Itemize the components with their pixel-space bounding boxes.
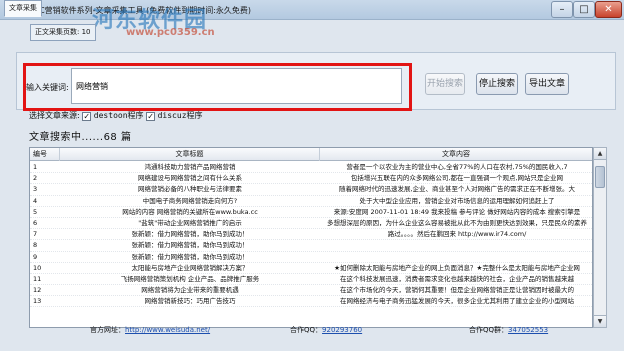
row-title: 网络建设与网络营销之间有什么关系	[138, 174, 242, 183]
qq-group-link[interactable]: 347052553	[508, 326, 548, 334]
row-content: 多想想深层的原因，为什么企业这么容易被批从此不为由则更快达到效果，只是民众的素养	[327, 218, 587, 227]
row-content: 营者是一个以农业为主的营业中心,全省77%的人口在农村,75%的国民收入,7	[346, 163, 568, 171]
row-title: 网络营销必备的八种职业与法律要素	[138, 185, 242, 194]
table-row[interactable]: 7 张新颖：借力网络营销，助你马到成功！ 路过。。。。然后在鹏回来 http://w…	[30, 229, 592, 241]
row-title: 网络营销将为企业带来的重要机遇	[141, 286, 239, 295]
table-header: 编号 文章标题 文章内容	[30, 148, 592, 161]
source-selector: 选择文章来源: ✓ destoon程序 ✓ discuz程序	[29, 110, 203, 124]
row-content	[322, 240, 592, 251]
row-content: 路过。。。。然后在鹏回来 http://www.ir74.com/	[387, 230, 527, 239]
table-scrollbar[interactable]: ▲ ▼	[593, 147, 607, 328]
row-number: 2	[33, 174, 38, 183]
footer-site: 官方网址：http://www.weisuda.net/	[90, 321, 210, 339]
row-content: 处于大中型企业应用，营销企业对市场信息的运用理解如何追赶上了	[359, 196, 555, 205]
row-number: 6	[33, 218, 38, 227]
stop-search-button[interactable]: 停止搜索	[476, 73, 518, 95]
qq-link[interactable]: 920293760	[322, 326, 362, 334]
close-button[interactable]: ✕	[595, 1, 622, 18]
row-number: 11	[33, 274, 42, 283]
watermark-url: www.pc0359.cn	[126, 27, 215, 38]
table-body: 1 鸿通科技助力营销产品网络营销 营者是一个以农业为主的营业中心,全省77%的人口在…	[30, 162, 592, 308]
table-row[interactable]: 5 网站的内容 网络营销的关键所在www.buka.cc 来源:安度网 2007-1…	[30, 207, 592, 218]
row-number: 5	[33, 207, 38, 216]
row-content: ★如何删除太阳能与房地产企业的网上负面消息？★完整什么是太阳能与房地产企业网	[334, 263, 580, 272]
footer: 官方网址：http://www.weisuda.net/ 合作QQ：920293…	[0, 321, 624, 339]
row-content: 随着网络时代的迅速发展,企业、商业甚至个人对网络广告的需求正在不断增张。大	[338, 185, 576, 194]
row-number: 10	[33, 263, 42, 272]
table-row[interactable]: 4 中国电子商务网络营销走向何方? 处于大中型企业应用，营销企业对市场信息的运用理解…	[30, 196, 592, 207]
footer-qq: 合作QQ：920293760	[290, 321, 362, 339]
table-row[interactable]: 8 张新颖：借力网络营销，助你马到成功！	[30, 240, 592, 252]
row-title: 飞扬网络营销策划机构 企业产品、品牌推广服务	[120, 274, 260, 283]
row-content: 在这个市场化的今天，营销何其重要！但是企业网络营销正是让营销因时被最大的	[340, 286, 574, 295]
row-title: 张新颖：借力网络营销，助你马到成功！	[131, 241, 249, 250]
row-content: 来源:安度网 2007-11-01 18:49 我来投稿 参与评论 做好网站内容…	[333, 207, 581, 216]
maximize-button[interactable]: □	[573, 1, 595, 18]
row-number: 9	[33, 252, 38, 261]
table-row[interactable]: 3 网络营销必备的八种职业与法律要素 随着网络时代的迅速发展,企业、商业甚至个人对网…	[30, 184, 592, 196]
row-number: 3	[33, 185, 38, 194]
export-articles-button[interactable]: 导出文章	[525, 73, 569, 95]
row-content: 包括增兴五联在内的众多网络公司,都在一直强调一个观点,网站只是企业网	[350, 174, 564, 183]
row-title: 中国电子商务网络营销走向何方?	[142, 196, 238, 205]
row-content: 在这个科技发展迅速，消费者需求变化也越来越快的社会，企业产品的销售越来越	[340, 274, 574, 283]
tab-article-collect[interactable]: 文章采集	[4, 0, 42, 17]
tab-page-count[interactable]: 正文采集页数: 10	[30, 24, 96, 41]
row-number: 12	[33, 286, 42, 295]
row-title: 张新颖：借力网络营销，助你马到成功！	[131, 252, 249, 261]
column-header-title[interactable]: 文章标题	[60, 148, 320, 161]
site-label: 官方网址：	[90, 326, 125, 334]
row-content	[322, 252, 592, 263]
row-number: 1	[33, 163, 38, 171]
article-table[interactable]: 编号 文章标题 文章内容 1 鸿通科技助力营销产品网络营销 营者是一个以农业为主的营…	[29, 147, 593, 328]
qq-group-label: 合作QQ群：	[469, 326, 509, 334]
site-link[interactable]: http://www.weisuda.net/	[125, 326, 210, 334]
row-number: 4	[33, 196, 38, 205]
table-row[interactable]: 1 鸿通科技助力营销产品网络营销 营者是一个以农业为主的营业中心,全省77%的人口在…	[30, 162, 592, 174]
table-row[interactable]: 10 太阳能与房地产企业网络营销解决方案？ ★如何删除太阳能与房地产企业的网上负面消…	[30, 263, 592, 274]
footer-qq-group: 合作QQ群：347052553	[469, 321, 548, 339]
destoon-label: destoon程序	[93, 111, 144, 120]
table-row[interactable]: 9 张新颖：借力网络营销，助你马到成功！	[30, 252, 592, 263]
scroll-thumb[interactable]	[595, 166, 605, 188]
search-status: 文章搜索中......68 篇	[29, 132, 132, 143]
table-row[interactable]: 2 网络建设与网络营销之间有什么关系 包括增兴五联在内的众多网络公司,都在一直强调一…	[30, 173, 592, 185]
row-title: 网站的内容 网络营销的关键所在www.buka.cc	[122, 207, 258, 216]
discuz-label: discuz程序	[157, 111, 203, 120]
table-row[interactable]: 13 网络营销新技巧：巧用广告技巧 在网络经济与电子商务迅猛发展的今天，很多企业尤其…	[30, 296, 592, 308]
row-title: 网络营销新技巧：巧用广告技巧	[144, 297, 236, 306]
row-title: "盐筑"带动企业网络营销推广的启示	[138, 218, 242, 227]
scroll-up-arrow-icon[interactable]: ▲	[594, 148, 606, 160]
keyword-label: 输入关键词:	[26, 83, 69, 92]
discuz-checkbox[interactable]: ✓	[146, 112, 156, 121]
row-title: 太阳能与房地产企业网络营销解决方案？	[131, 263, 249, 272]
table-row[interactable]: 12 网络营销将为企业带来的重要机遇 在这个市场化的今天，营销何其重要！但是企业网络…	[30, 285, 592, 297]
destoon-checkbox[interactable]: ✓	[82, 112, 92, 121]
row-number: 13	[33, 297, 42, 306]
row-number: 8	[33, 241, 38, 250]
source-label: 选择文章来源:	[29, 111, 80, 120]
column-header-content[interactable]: 文章内容	[320, 148, 592, 161]
qq-label: 合作QQ：	[290, 326, 323, 334]
start-search-button[interactable]: 开始搜索	[425, 73, 465, 95]
row-number: 7	[33, 230, 38, 239]
table-row[interactable]: 6 "盐筑"带动企业网络营销推广的启示 多想想深层的原因，为什么企业这么容易被批从此…	[30, 218, 592, 230]
column-header-number[interactable]: 编号	[30, 148, 60, 161]
keyword-input[interactable]	[71, 68, 402, 104]
minimize-button[interactable]: –	[551, 1, 573, 18]
table-row[interactable]: 11 飞扬网络营销策划机构 企业产品、品牌推广服务 在这个科技发展迅速，消费者需求变…	[30, 274, 592, 286]
row-content: 在网络经济与电子商务迅猛发展的今天，很多企业尤其利用了建立企业的小型网站	[340, 297, 574, 306]
row-title: 鸿通科技助力营销产品网络营销	[144, 163, 236, 171]
row-title: 张新颖：借力网络营销，助你马到成功！	[131, 230, 249, 239]
